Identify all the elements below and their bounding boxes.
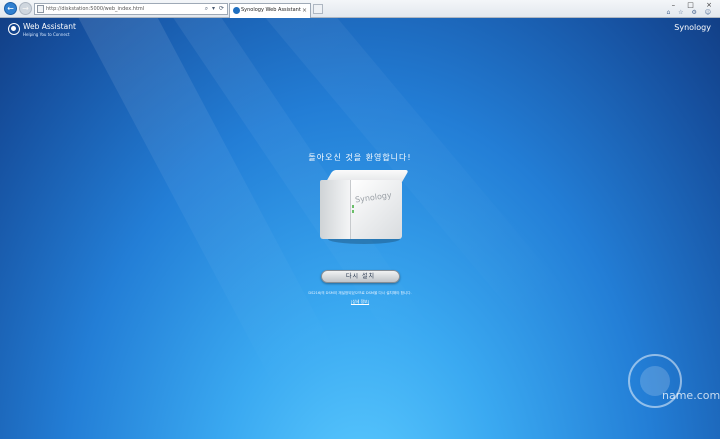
welcome-heading: 돌아오신 것을 환영합니다! xyxy=(308,153,412,162)
forward-arrow-icon[interactable]: → xyxy=(19,2,32,15)
tab-close-icon[interactable]: × xyxy=(302,4,307,17)
address-url: http://diskstation:5000/web_index.html xyxy=(46,6,145,12)
nas-front-panel xyxy=(350,180,402,239)
synology-favicon-icon xyxy=(233,7,240,14)
synology-brand-logo: Synology xyxy=(674,23,711,32)
web-assistant-logo-icon xyxy=(8,23,20,35)
address-tools-icon[interactable]: ⌕ ▾ ⟳ xyxy=(205,4,225,14)
logo-subtitle: Helping You to Connect xyxy=(23,32,70,37)
back-arrow-icon[interactable]: ← xyxy=(4,2,17,15)
tab-title: Synology Web Assistant xyxy=(241,7,301,13)
nas-status-led xyxy=(352,205,354,208)
address-bar[interactable]: http://diskstation:5000/web_index.html ⌕… xyxy=(34,3,228,15)
background-light-ray xyxy=(34,18,341,394)
window-controls[interactable]: – □ × xyxy=(672,1,717,9)
nas-status-led xyxy=(352,210,354,213)
toolbar-icons[interactable]: ⌂ ☆ ⚙ ☺ xyxy=(666,9,714,16)
nas-device-image: Synology xyxy=(320,170,409,244)
browser-toolbar: ← → http://diskstation:5000/web_index.ht… xyxy=(0,0,720,18)
web-assistant-page: Web Assistant Helping You to Connect Syn… xyxy=(0,18,720,439)
watermark-text: name.com xyxy=(662,389,720,402)
nas-side-panel xyxy=(320,180,350,239)
details-link[interactable]: [상세 정보] xyxy=(0,299,720,305)
logo-title: Web Assistant xyxy=(23,22,76,31)
tab-synology-web-assistant[interactable]: Synology Web Assistant × xyxy=(229,3,311,18)
reinstall-description: DS216j의 DSM이 재설정되었으므로 DSM을 다시 설치해야 합니다. xyxy=(308,291,412,295)
reinstall-button[interactable]: 다시 설치 xyxy=(321,270,400,283)
new-tab-button[interactable] xyxy=(313,4,323,14)
watermark: name.com xyxy=(628,354,720,409)
page-icon xyxy=(37,5,44,13)
